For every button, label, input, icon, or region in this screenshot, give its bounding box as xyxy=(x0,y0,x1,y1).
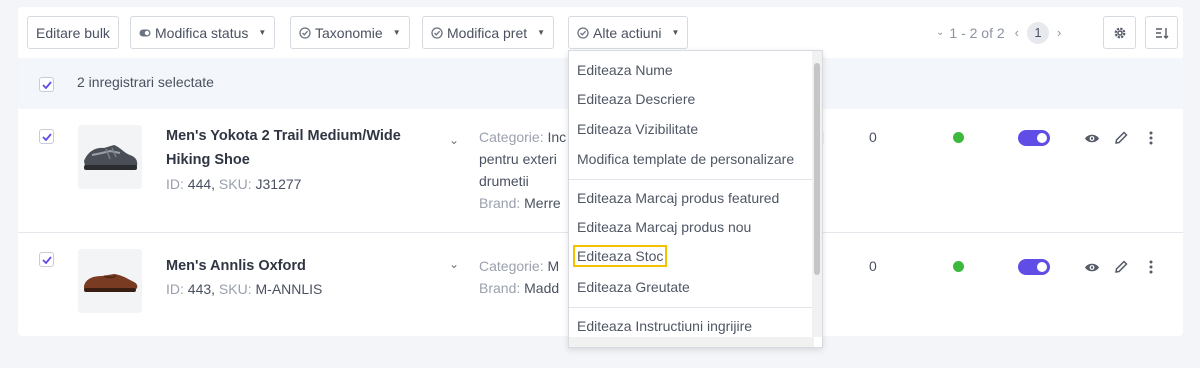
category-label: Categorie: xyxy=(479,258,544,274)
visibility-toggle[interactable] xyxy=(1018,259,1050,275)
eye-icon[interactable] xyxy=(1084,133,1100,144)
menu-item-edit-name[interactable]: Editeaza Nume xyxy=(577,62,673,78)
id-value: 444 xyxy=(187,176,212,192)
prev-page-icon[interactable]: ‹ xyxy=(1015,25,1019,40)
selection-count: 2 inregistrari selectate xyxy=(77,74,214,90)
caret-down-icon: ▼ xyxy=(392,28,401,37)
status-button[interactable]: Modifica status ▼ xyxy=(130,16,276,49)
sku-value: J31277 xyxy=(255,176,302,192)
menu-divider xyxy=(569,307,814,308)
id-label: ID: xyxy=(166,176,184,192)
product-name[interactable]: Men's Yokota 2 Trail Medium/Wide Hiking … xyxy=(166,124,436,172)
menu-item-edit-description[interactable]: Editeaza Descriere xyxy=(577,91,695,107)
sku-label: SKU: xyxy=(218,176,252,192)
pencil-icon[interactable] xyxy=(1114,131,1128,145)
price-label: Modifica pret xyxy=(447,24,528,41)
category-line: pentru exteri xyxy=(479,151,557,167)
bulk-edit-label: Editare bulk xyxy=(36,24,110,41)
hiking-shoe-image xyxy=(84,145,138,170)
toggle-icon xyxy=(139,29,151,36)
row-checkbox[interactable] xyxy=(39,129,54,144)
caret-down-icon: ▼ xyxy=(671,28,680,37)
next-page-icon[interactable]: › xyxy=(1057,25,1061,40)
per-page-chevron-icon[interactable]: ⌄ xyxy=(936,27,944,38)
current-page[interactable]: 1 xyxy=(1027,21,1049,44)
menu-item-edit-care-instructions[interactable]: Editeaza Instructiuni ingrijire xyxy=(577,318,752,334)
menu-scroll-thumb[interactable] xyxy=(814,63,820,275)
menu-divider xyxy=(569,179,814,180)
brand-value: Madd xyxy=(524,280,560,296)
category-label: Categorie: xyxy=(479,129,544,145)
pagination-range: 1 - 2 of 2 xyxy=(949,24,1005,41)
expand-chevron-icon[interactable]: ⌄ xyxy=(449,133,459,147)
pagination: ⌄ 1 - 2 of 2 ‹ 1 › xyxy=(936,16,1061,49)
sku-label: SKU: xyxy=(218,281,252,297)
other-actions-label: Alte actiuni xyxy=(593,24,662,41)
check-circle-icon xyxy=(299,26,311,39)
expand-chevron-icon[interactable]: ⌄ xyxy=(449,257,459,271)
product-name[interactable]: Men's Annlis Oxford xyxy=(166,254,436,278)
id-value: 443 xyxy=(187,281,212,297)
status-dot xyxy=(953,261,964,272)
menu-item-edit-new-flag[interactable]: Editeaza Marcaj produs nou xyxy=(577,219,751,235)
caret-down-icon: ▼ xyxy=(258,28,267,37)
other-actions-button[interactable]: Alte actiuni ▼ xyxy=(568,16,689,49)
caret-down-icon: ▼ xyxy=(537,28,546,37)
menu-horizontal-scrollbar[interactable] xyxy=(569,337,814,347)
oxford-shoe-image xyxy=(84,274,138,292)
category-line: Inc xyxy=(547,129,567,145)
taxonomy-button[interactable]: Taxonomie ▼ xyxy=(290,16,410,49)
menu-item-edit-weight[interactable]: Editeaza Greutate xyxy=(577,279,690,295)
menu-item-edit-personalization-template[interactable]: Modifica template de personalizare xyxy=(577,151,794,167)
status-dot xyxy=(953,132,964,143)
menu-vertical-scrollbar[interactable] xyxy=(812,51,822,337)
brand-value: Merre xyxy=(524,195,561,211)
sku-value: M-ANNLIS xyxy=(255,281,323,297)
id-label: ID: xyxy=(166,281,184,297)
bulk-edit-button[interactable]: Editare bulk xyxy=(27,16,119,49)
stock-value: 0 xyxy=(869,129,877,145)
menu-item-edit-featured-flag[interactable]: Editeaza Marcaj produs featured xyxy=(577,190,779,206)
checkmark-icon xyxy=(41,255,52,264)
product-taxonomy: Categorie: Inc pentru exteri drumetii Br… xyxy=(479,126,579,214)
settings-button[interactable] xyxy=(1103,16,1136,49)
eye-icon[interactable] xyxy=(1084,262,1100,273)
check-circle-icon xyxy=(577,26,589,39)
sort-button[interactable] xyxy=(1145,16,1178,49)
more-vertical-icon[interactable] xyxy=(1149,260,1153,274)
select-all-checkbox[interactable] xyxy=(39,77,54,92)
other-actions-menu: Editeaza Nume Editeaza Descriere Editeaz… xyxy=(568,50,823,348)
checkmark-icon xyxy=(41,132,52,141)
stock-value: 0 xyxy=(869,258,877,274)
status-label: Modifica status xyxy=(155,24,249,41)
brand-label: Brand: xyxy=(479,195,521,211)
product-thumbnail[interactable] xyxy=(78,249,142,313)
gear-icon xyxy=(1114,27,1125,38)
more-vertical-icon[interactable] xyxy=(1149,131,1153,145)
category-line: drumetii xyxy=(479,173,529,189)
brand-label: Brand: xyxy=(479,280,521,296)
product-id-sku: ID: 443, SKU: M-ANNLIS xyxy=(166,281,323,297)
product-id-sku: ID: 444, SKU: J31277 xyxy=(166,176,302,192)
taxonomy-label: Taxonomie xyxy=(315,24,383,41)
category-line: M xyxy=(547,258,560,274)
check-circle-icon xyxy=(431,26,443,39)
sort-icon xyxy=(1155,27,1168,39)
menu-item-edit-stock[interactable]: Editeaza Stoc xyxy=(572,245,668,267)
menu-item-edit-visibility[interactable]: Editeaza Vizibilitate xyxy=(577,121,698,137)
price-button[interactable]: Modifica pret ▼ xyxy=(422,16,555,49)
product-thumbnail[interactable] xyxy=(78,125,142,189)
checkmark-icon xyxy=(41,80,52,89)
visibility-toggle[interactable] xyxy=(1018,130,1050,146)
pencil-icon[interactable] xyxy=(1114,260,1128,274)
product-taxonomy: Categorie: M Brand: Madd xyxy=(479,255,579,299)
row-checkbox[interactable] xyxy=(39,252,54,267)
